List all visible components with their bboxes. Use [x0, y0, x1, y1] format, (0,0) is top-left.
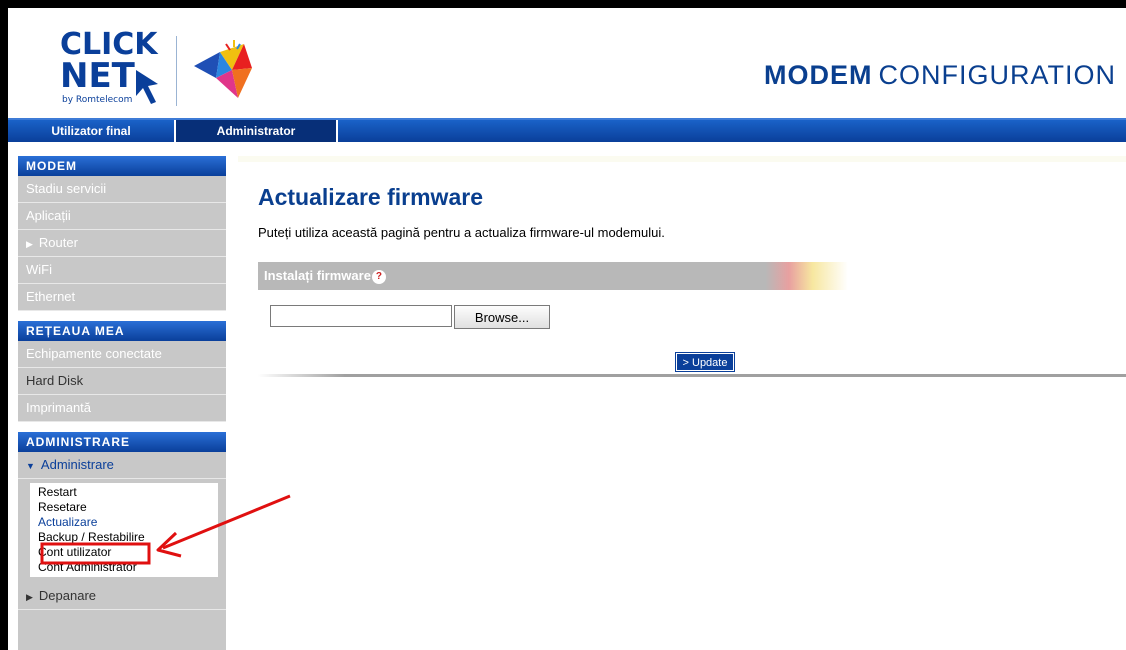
section-header-instalati-firmware: Instalați firmware?: [258, 262, 848, 290]
tab-administrator[interactable]: Administrator: [176, 120, 338, 142]
app-title: MODEM CONFIGURATION: [764, 60, 1116, 91]
sidebar-item-imprimanta[interactable]: Imprimantă: [18, 395, 226, 422]
sidebar-item-wifi[interactable]: WiFi: [18, 257, 226, 284]
triangle-down-icon: ▼: [26, 461, 35, 471]
sidebar-item-administrare[interactable]: ▼ Administrare: [18, 452, 226, 479]
logo-text-net: NET: [60, 56, 136, 96]
sidebar-section-modem: MODEM: [18, 156, 226, 176]
top-tabbar: Utilizator final Administrator: [8, 118, 1126, 142]
page-title: Actualizare firmware: [258, 184, 483, 210]
sidebar-item-router[interactable]: ▶ Router: [18, 230, 226, 257]
logo-byline: by Romtelecom: [62, 95, 132, 105]
administrare-submenu: Restart Resetare Actualizare Backup / Re…: [30, 483, 218, 577]
triangle-right-icon: ▶: [26, 239, 33, 249]
sidebar-item-router-label: Router: [38, 235, 78, 250]
submenu-item-cont-administrator[interactable]: Cont Administrator: [38, 560, 218, 575]
sidebar: MODEM Stadiu servicii Aplicații ▶ Router …: [18, 156, 226, 650]
sidebar-item-ethernet[interactable]: Ethernet: [18, 284, 226, 311]
sidebar-item-aplicatii[interactable]: Aplicații: [18, 203, 226, 230]
sidebar-section-administrare: ADMINISTRARE: [18, 432, 226, 452]
submenu-item-cont-utilizator[interactable]: Cont utilizator: [38, 545, 218, 560]
sidebar-gap: [18, 311, 226, 321]
sidebar-section-reteaua-mea: REȚEAUA MEA: [18, 321, 226, 341]
bird-logo: [186, 38, 256, 108]
browse-button[interactable]: Browse...: [454, 305, 550, 329]
logo-divider: [176, 36, 177, 106]
browser-page: CLICK NET by Romtelecom MODEM CONFIGURATI…: [8, 8, 1126, 650]
triangle-right-icon: ▶: [26, 592, 33, 602]
arrow-cursor-icon: [136, 70, 158, 104]
tab-utilizator-final[interactable]: Utilizator final: [8, 120, 176, 142]
app-title-bold: MODEM: [764, 60, 873, 90]
sidebar-item-administrare-label: Administrare: [40, 457, 114, 472]
content-divider: [258, 374, 1126, 377]
update-button[interactable]: > Update: [675, 352, 735, 372]
sidebar-item-echipamente-conectate[interactable]: Echipamente conectate: [18, 341, 226, 368]
header: CLICK NET by Romtelecom MODEM CONFIGURATI…: [8, 8, 1126, 118]
submenu-item-actualizare[interactable]: Actualizare: [38, 515, 218, 530]
sidebar-item-hard-disk[interactable]: Hard Disk: [18, 368, 226, 395]
submenu-item-backup-restabilire[interactable]: Backup / Restabilire: [38, 530, 218, 545]
page-description: Puteți utiliza această pagină pentru a a…: [258, 225, 665, 240]
app-title-rest: CONFIGURATION: [878, 60, 1116, 90]
submenu-item-restart[interactable]: Restart: [38, 485, 218, 500]
clicknet-logo: CLICK NET by Romtelecom: [58, 22, 168, 112]
main-content: Actualizare firmware Puteți utiliza acea…: [238, 156, 1126, 650]
help-icon[interactable]: ?: [371, 270, 386, 284]
sidebar-gap: [18, 422, 226, 432]
sidebar-item-stadiu-servicii[interactable]: Stadiu servicii: [18, 176, 226, 203]
firmware-file-input[interactable]: [270, 305, 452, 327]
sidebar-item-depanare[interactable]: ▶ Depanare: [18, 583, 226, 610]
sidebar-item-depanare-label: Depanare: [38, 588, 97, 603]
submenu-item-resetare[interactable]: Resetare: [38, 500, 218, 515]
section-header-label: Instalați firmware: [264, 268, 371, 283]
